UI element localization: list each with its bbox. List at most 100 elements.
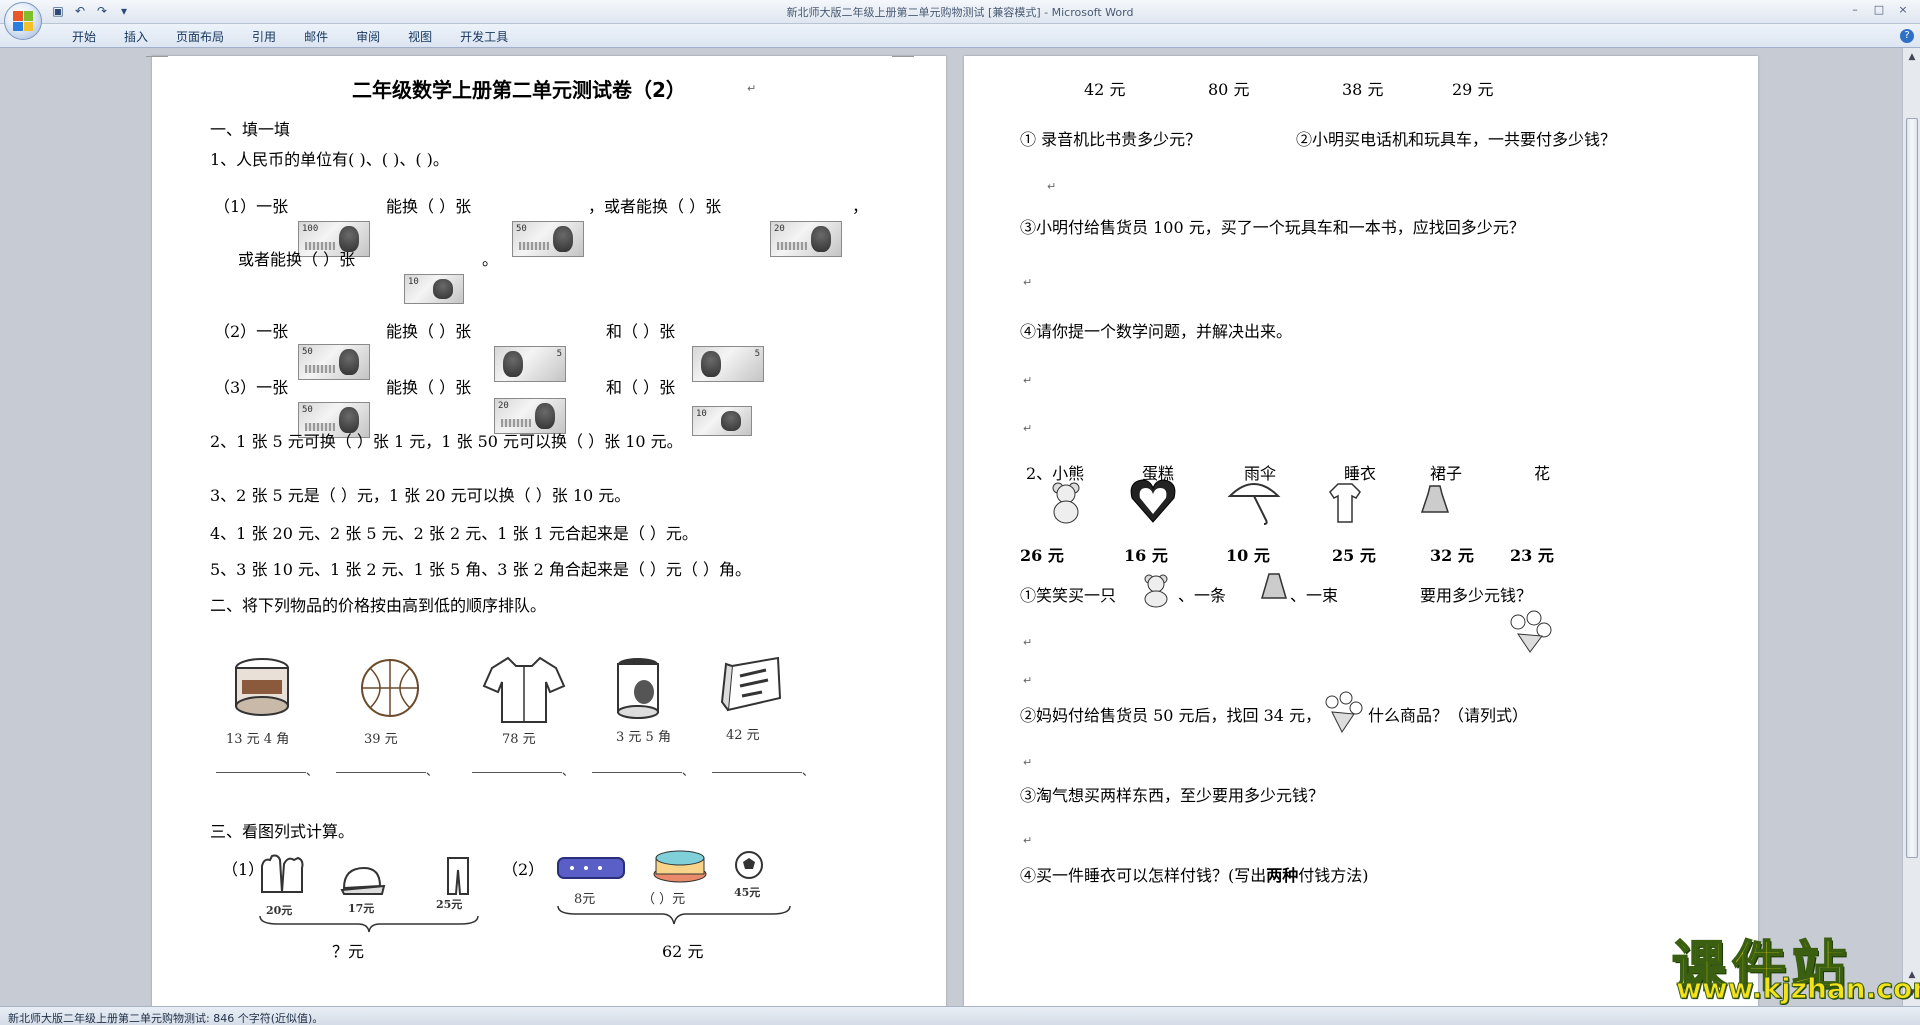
ribbon-tab[interactable]: 审阅	[342, 29, 394, 45]
answer-blank[interactable]	[712, 772, 802, 773]
ribbon-tab[interactable]: 开始	[58, 29, 110, 45]
section-heading: 一、填一填	[210, 120, 291, 139]
question-line: 和（ ）张	[606, 322, 676, 341]
question-line: ① 录音机比书贵多少元？	[1020, 130, 1202, 149]
question-line: ，	[852, 197, 869, 216]
question-line: （1）一张	[214, 197, 289, 216]
teddy-bear-icon	[1052, 482, 1080, 524]
question-line: ④买一件睡衣可以怎样付钱？(写出两种付钱方法)	[1020, 866, 1369, 885]
question-line: 、一条	[1178, 586, 1227, 605]
scroll-up-icon[interactable]: ▲	[1905, 50, 1919, 64]
price-label: 10 元	[1226, 546, 1270, 565]
brace-icon	[259, 915, 479, 933]
price-label: 23 元	[1510, 546, 1554, 565]
close-button[interactable]: ×	[1892, 2, 1914, 18]
item-name: 裙子	[1430, 464, 1463, 483]
problem-label: （2）	[502, 860, 545, 879]
pajamas-icon	[1329, 483, 1361, 523]
banknote-5-image: 5	[494, 346, 566, 382]
ribbon-tab[interactable]: 视图	[394, 29, 446, 45]
price-label: 78 元	[502, 732, 536, 747]
price-label: 42 元	[1084, 80, 1126, 99]
price-label: 45元	[734, 886, 761, 899]
shirt-icon	[482, 656, 566, 723]
item-name: 睡衣	[1344, 464, 1377, 483]
section-heading: 三、看图列式计算。	[210, 822, 355, 841]
question-line: ①笑笑买一只	[1020, 586, 1117, 605]
page-left: 二年级数学上册第二单元测试卷（2） ↵ 一、填一填 1、人民币的单位有( )、(…	[146, 56, 946, 1006]
help-icon[interactable]: ?	[1900, 29, 1914, 43]
skirt-icon	[1420, 485, 1450, 513]
price-label: 39 元	[364, 732, 398, 747]
price-label: 16 元	[1124, 546, 1168, 565]
question-line: 4、1 张 20 元、2 张 5 元、2 张 2 元、1 张 1 元合起来是（ …	[210, 524, 698, 543]
question-line: ，或者能换（ ）张	[588, 197, 722, 216]
price-label: 29 元	[1452, 80, 1494, 99]
minimize-button[interactable]: –	[1844, 2, 1866, 18]
question-line: ②小明买电话机和玩具车，一共要付多少钱？	[1296, 130, 1617, 149]
doc-title: 二年级数学上册第二单元测试卷（2）	[352, 78, 686, 102]
page-right: 42 元 80 元 38 元 29 元 ① 录音机比书贵多少元？ ②小明买电话机…	[964, 56, 1758, 1006]
answer-blank[interactable]	[472, 772, 562, 773]
crop-mark	[146, 56, 168, 58]
soccer-ball-icon	[735, 851, 763, 879]
maximize-button[interactable]: □	[1868, 2, 1890, 18]
ribbon-tab[interactable]: 邮件	[290, 29, 342, 45]
teddy-bear-icon	[1144, 574, 1168, 608]
ribbon-tab[interactable]: 引用	[238, 29, 290, 45]
price-label: 26 元	[1020, 546, 1064, 565]
vertical-scrollbar[interactable]: ▲ ▲ ▼	[1902, 48, 1920, 1006]
can-icon	[235, 658, 289, 716]
answer-blank[interactable]	[336, 772, 426, 773]
window-title: 新北师大版二年级上册第二单元购物测试 [兼容模式] - Microsoft Wo…	[786, 6, 1134, 19]
price-label: 25元	[436, 898, 463, 911]
box-icon	[720, 656, 782, 712]
pencil-case-icon	[557, 857, 625, 879]
section-heading: 二、将下列物品的价格按由高到低的顺序排队。	[210, 596, 547, 615]
office-button[interactable]	[4, 2, 42, 40]
price-label: 80 元	[1208, 80, 1250, 99]
question-line: 3、2 张 5 元是（ ）元，1 张 20 元可以换（ ）张 10 元。	[210, 486, 631, 505]
question-line: ③淘气想买两样东西，至少要用多少元钱？	[1020, 786, 1325, 805]
price-label: 42 元	[726, 728, 760, 743]
cake-icon	[653, 850, 707, 883]
ribbon-tabs: 开始 插入 页面布局 引用 邮件 审阅 视图 开发工具 ?	[0, 24, 1920, 48]
question-line: 、一束	[1290, 586, 1339, 605]
question-line: 1、人民币的单位有( )、( )、( )。	[210, 150, 449, 169]
document-area: 二年级数学上册第二单元测试卷（2） ↵ 一、填一填 1、人民币的单位有( )、(…	[0, 48, 1902, 1006]
brace-icon	[557, 905, 791, 925]
banknote-5-image: 5	[692, 346, 764, 382]
question-line: （3）一张	[214, 378, 289, 397]
question-line: 能换（ ）张	[386, 197, 472, 216]
question-line: 能换（ ）张	[386, 378, 472, 397]
watermark-url: www.kjzhan.com	[1675, 972, 1920, 1006]
answer-blank[interactable]	[216, 772, 306, 773]
cap-icon	[340, 866, 386, 895]
status-text: 新北师大版二年级上册第二单元购物测试: 846 个字符(近似值)。	[8, 1012, 324, 1025]
crop-mark	[892, 56, 914, 58]
gloves-icon	[261, 854, 304, 893]
ribbon-tab[interactable]: 插入	[110, 29, 162, 45]
basketball-icon	[361, 659, 419, 717]
banknote-10-image: 10	[692, 406, 752, 436]
banknote-50-image: 50	[512, 221, 584, 257]
item-name: 花	[1534, 464, 1551, 483]
scroll-thumb[interactable]	[1906, 118, 1918, 858]
price-label: 32 元	[1430, 546, 1474, 565]
question-line: 。	[482, 250, 499, 269]
question-line: ②妈妈付给售货员 50 元后，找回 34 元，	[1020, 706, 1322, 725]
answer-blank[interactable]	[592, 772, 682, 773]
question-line: 要用多少元钱？	[1420, 586, 1533, 605]
price-label: 25 元	[1332, 546, 1376, 565]
title-bar: ▣ ↶ ↷ ▾ 新北师大版二年级上册第二单元购物测试 [兼容模式] - Micr…	[0, 0, 1920, 24]
skirt-icon	[1260, 573, 1288, 599]
ribbon-tab[interactable]: 页面布局	[162, 29, 238, 45]
question-line: 2、1 张 5 元可换（ ）张 1 元，1 张 50 元可以换（ ）张 10 元…	[210, 432, 683, 451]
ribbon-tab[interactable]: 开发工具	[446, 29, 522, 45]
question-line: 和（ ）张	[606, 378, 676, 397]
pants-icon	[447, 857, 469, 895]
question-line: 什么商品？（请列式）	[1368, 706, 1529, 725]
price-label: 3 元 5 角	[616, 730, 671, 745]
jar-icon	[617, 658, 659, 719]
question-line: 5、3 张 10 元、1 张 2 元、1 张 5 角、3 张 2 角合起来是（ …	[210, 560, 752, 579]
